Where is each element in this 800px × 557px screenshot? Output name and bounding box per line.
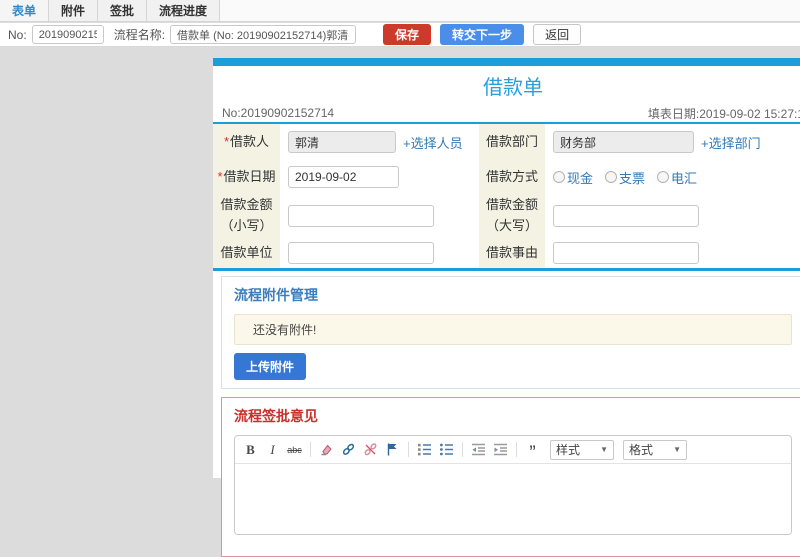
bullet-list-icon[interactable] — [438, 441, 455, 459]
indent-icon[interactable] — [492, 441, 509, 459]
tab-attachments-label: 附件 — [61, 4, 86, 18]
toolbar-separator — [516, 442, 517, 457]
required-marker: * — [223, 133, 230, 149]
tab-approval[interactable]: 签批 — [98, 0, 148, 21]
doc-number: No:20190902152714 — [222, 106, 335, 120]
amount-big-label: 借款金额（大写） — [485, 197, 538, 233]
tab-progress-label: 流程进度 — [159, 4, 208, 18]
loan-reason-input[interactable] — [553, 242, 699, 264]
top-tab-bar: 表单 附件 签批 流程进度 — [0, 0, 800, 22]
no-attachments-alert: 还没有附件! — [234, 314, 792, 345]
no-input[interactable] — [31, 25, 104, 44]
bold-icon[interactable]: B — [242, 441, 259, 459]
amount-small-input-cell — [280, 194, 479, 238]
loan-method-label: 借款方式 — [485, 168, 538, 184]
radio-option-check[interactable]: 支票 — [605, 168, 645, 187]
loan-method-options-cell: 现金 支票 电汇 — [545, 160, 800, 194]
radio-icon — [605, 171, 618, 183]
save-button[interactable]: 保存 — [383, 24, 432, 45]
amount-small-input[interactable] — [288, 205, 434, 227]
amount-big-input-cell — [545, 194, 800, 238]
toolbar-separator — [408, 442, 409, 457]
attachments-section: 流程附件管理 还没有附件! 上传附件 — [221, 276, 800, 389]
form-title: 借款单 — [483, 77, 543, 99]
numbered-list-icon[interactable] — [416, 441, 433, 459]
select-person-link[interactable]: +选择人员 — [403, 133, 463, 152]
select-dept-link[interactable]: +选择部门 — [701, 133, 761, 152]
process-name-input[interactable] — [170, 25, 357, 44]
link-icon[interactable] — [340, 441, 357, 459]
format-dropdown[interactable]: 格式 ▼ — [623, 439, 687, 460]
borrower-input-cell: +选择人员 — [280, 124, 479, 160]
dept-input[interactable] — [553, 131, 694, 153]
remove-format-icon[interactable] — [318, 441, 335, 459]
forward-next-step-button[interactable]: 转交下一步 — [440, 24, 525, 45]
required-marker: * — [217, 168, 223, 184]
no-label: No: — [8, 27, 27, 42]
approval-section-title: 流程签批意见 — [234, 408, 318, 424]
blockquote-icon[interactable]: ” — [524, 441, 541, 463]
fill-date: 填表日期:2019-09-02 15:27:1 — [647, 106, 800, 121]
upload-attachment-button[interactable]: 上传附件 — [234, 353, 307, 380]
loan-reason-label-cell: 借款事由 — [479, 238, 545, 268]
process-name-label: 流程名称: — [113, 28, 166, 42]
loan-date-label: 借款日期 — [223, 168, 276, 184]
approval-section: 流程签批意见 B I abc ” 样式 ▼ 格式 ▼ — [221, 397, 800, 557]
radio-label-check: 支票 — [619, 170, 646, 186]
loan-unit-label: 借款单位 — [220, 244, 273, 260]
radio-icon — [657, 171, 670, 183]
borrower-input[interactable] — [288, 131, 396, 153]
toolbar-separator — [310, 442, 311, 457]
unlink-icon[interactable] — [362, 441, 379, 459]
rich-text-editor: B I abc ” 样式 ▼ 格式 ▼ — [234, 435, 792, 535]
amount-big-input[interactable] — [553, 205, 699, 227]
dept-label-cell: 借款部门 — [479, 124, 545, 160]
form-fields-grid: * 借款人 +选择人员 借款部门 +选择部门 * 借款日期 借款方式 现金 — [213, 124, 800, 271]
loan-form-panel: 借款单 No:20190902152714 填表日期:2019-09-02 15… — [213, 58, 800, 557]
anchor-flag-icon[interactable] — [384, 441, 401, 459]
loan-reason-input-cell — [545, 238, 800, 268]
attachments-section-title: 流程附件管理 — [234, 287, 318, 303]
borrower-label-cell: * 借款人 — [213, 124, 280, 160]
dept-label: 借款部门 — [485, 133, 538, 149]
loan-date-input[interactable] — [288, 166, 399, 188]
loan-unit-label-cell: 借款单位 — [213, 238, 280, 268]
tab-approval-label: 签批 — [110, 4, 135, 18]
tab-attachments[interactable]: 附件 — [49, 0, 99, 21]
radio-option-cash[interactable]: 现金 — [553, 168, 593, 187]
format-dropdown-label: 格式 — [629, 443, 654, 457]
loan-reason-label: 借款事由 — [485, 244, 538, 260]
tab-progress[interactable]: 流程进度 — [147, 0, 221, 21]
toolbar-separator — [462, 442, 463, 457]
back-button[interactable]: 返回 — [533, 24, 582, 45]
amount-big-label-cell: 借款金额（大写） — [479, 194, 545, 238]
strikethrough-icon[interactable]: abc — [286, 441, 303, 459]
loan-unit-input-cell — [280, 238, 479, 268]
loan-date-label-cell: * 借款日期 — [213, 160, 280, 194]
doc-meta-row: No:20190902152714 填表日期:2019-09-02 15:27:… — [213, 104, 800, 124]
panel-top-accent-bar — [213, 58, 800, 66]
loan-date-input-cell — [280, 160, 479, 194]
radio-label-cash: 现金 — [567, 170, 594, 186]
radio-icon — [553, 171, 565, 183]
editor-toolbar: B I abc ” 样式 ▼ 格式 ▼ — [235, 436, 791, 464]
tab-form[interactable]: 表单 — [0, 0, 50, 21]
editor-content-area[interactable] — [235, 464, 791, 534]
action-toolbar: No: 流程名称: 保存 转交下一步 返回 — [0, 23, 800, 47]
loan-method-label-cell: 借款方式 — [479, 160, 545, 194]
outdent-icon[interactable] — [470, 441, 487, 459]
italic-icon[interactable]: I — [264, 441, 281, 459]
loan-unit-input[interactable] — [288, 242, 434, 264]
amount-small-label-cell: 借款金额（小写） — [213, 194, 280, 238]
borrower-label: 借款人 — [230, 133, 270, 149]
radio-label-wire: 电汇 — [671, 170, 698, 186]
styles-dropdown[interactable]: 样式 ▼ — [550, 439, 614, 460]
dept-input-cell: +选择部门 — [545, 124, 800, 160]
radio-option-wire[interactable]: 电汇 — [657, 168, 697, 187]
styles-dropdown-label: 样式 — [556, 443, 581, 457]
amount-small-label: 借款金额（小写） — [220, 197, 273, 233]
tab-form-label: 表单 — [12, 4, 37, 18]
